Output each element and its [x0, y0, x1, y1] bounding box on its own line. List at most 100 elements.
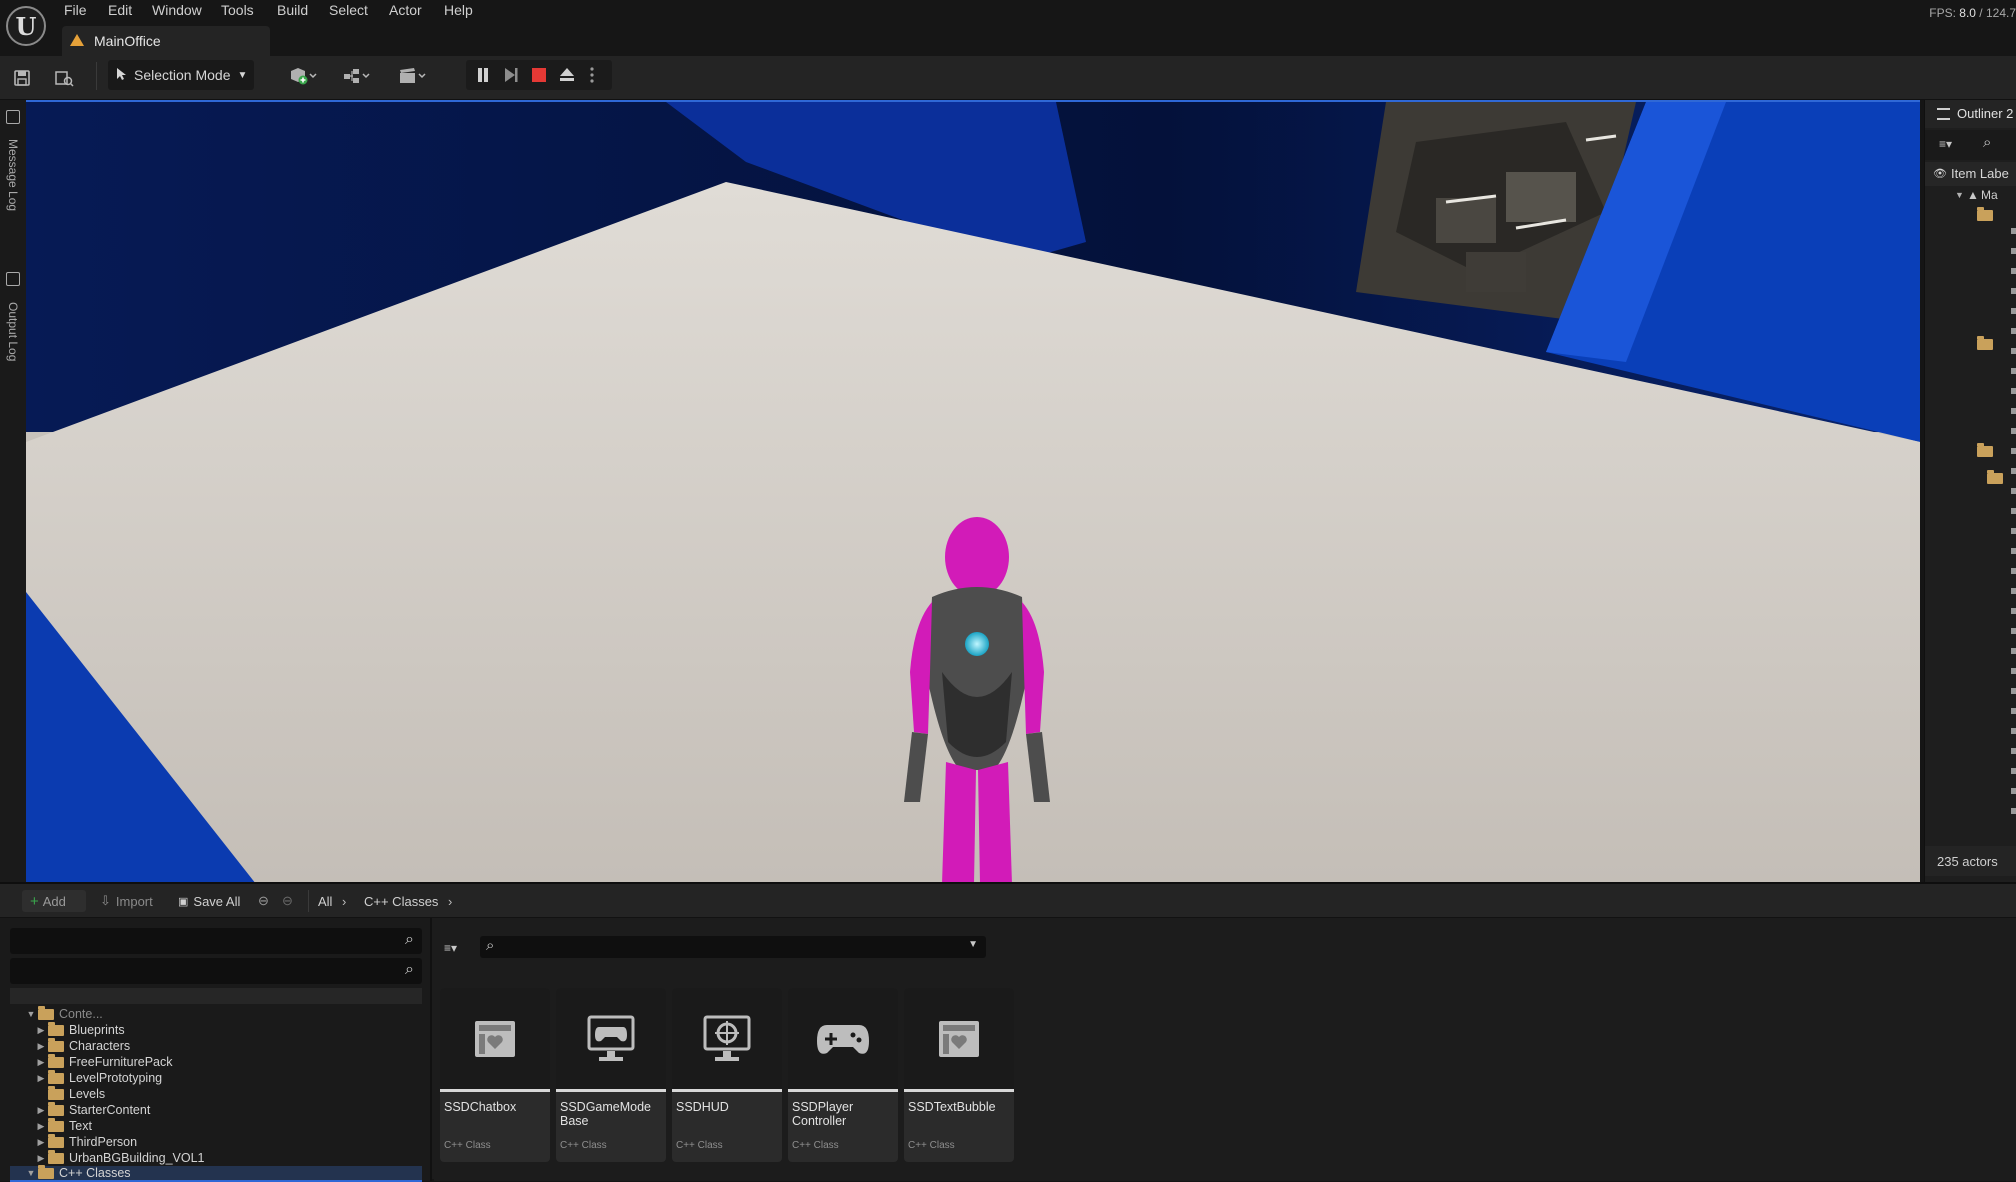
folder-icon — [38, 1164, 54, 1179]
asset-tile[interactable]: SSDTextBubble C++ Class — [904, 988, 1014, 1162]
level-node-icon: ▲ — [1967, 188, 1979, 202]
pause-icon[interactable] — [470, 61, 496, 89]
asset-tile[interactable]: SSDPlayer Controller C++ Class — [788, 988, 898, 1162]
tree-item-freefurniturepack[interactable]: ▶ FreeFurniturePack — [36, 1053, 173, 1070]
breadcrumb-all[interactable]: All — [318, 890, 332, 912]
gamepad-icon — [788, 988, 898, 1092]
breadcrumb-separator-icon: › — [448, 893, 453, 909]
asset-tile[interactable]: SSDChatbox C++ Class — [440, 988, 550, 1162]
tree-item-label: LevelPrototyping — [69, 1071, 163, 1085]
output-log-tab[interactable]: Output Log — [0, 292, 26, 372]
browse-icon[interactable] — [50, 64, 78, 92]
outliner-icon — [1937, 108, 1950, 120]
menu-build[interactable]: Build — [277, 2, 308, 18]
asset-search-input[interactable]: ⌕ ▼ — [480, 936, 986, 958]
breadcrumb-cpp-classes[interactable]: C++ Classes — [364, 890, 438, 912]
asset-name: SSDChatbox — [444, 1100, 517, 1114]
folder-icon — [48, 1053, 64, 1068]
tree-item-content[interactable]: ▼ Conte... — [26, 1005, 103, 1022]
folder-icon — [1977, 443, 1993, 457]
outliner-title[interactable]: Outliner 2 — [1957, 106, 2013, 121]
selection-mode-dropdown[interactable]: Selection Mode ▼ — [108, 60, 254, 90]
caret-right-icon: ▶ — [37, 1024, 45, 1035]
tree-item-label: ThirdPerson — [69, 1135, 138, 1149]
visibility-icon[interactable]: 👁 — [1933, 167, 1947, 180]
menu-edit[interactable]: Edit — [108, 2, 132, 18]
tree-item-cpp-classes[interactable]: ▼ C++ Classes — [10, 1164, 422, 1182]
content-browser: + Add ⇩ Import ▣ Save All ⊖ ⊖ All › C++ … — [0, 882, 2016, 1182]
outliner-header: Outliner 2 — [1925, 100, 2016, 128]
folder-icon — [48, 1117, 64, 1132]
tree-item-label: FreeFurniturePack — [69, 1055, 173, 1069]
caret-down-icon: ▼ — [26, 1168, 36, 1178]
tree-item-characters[interactable]: ▶ Characters — [36, 1037, 130, 1054]
history-back-icon[interactable]: ⊖ — [258, 890, 276, 912]
folders-search-input[interactable]: ⌕ — [10, 958, 422, 984]
outliner-tree: ▼ ▲ Ma — [1925, 188, 2016, 846]
tree-item-levels[interactable]: Levels — [36, 1085, 105, 1102]
level-tab[interactable]: MainOffice — [62, 26, 270, 56]
folder-icon — [1987, 470, 2003, 484]
level-icon — [70, 34, 84, 46]
caret-right-icon: ▶ — [37, 1152, 45, 1163]
step-icon[interactable] — [498, 61, 524, 89]
item-label-column[interactable]: Item Labe — [1951, 166, 2009, 181]
unreal-logo-icon[interactable]: U — [6, 6, 46, 46]
message-log-tab[interactable]: Message Log — [0, 130, 26, 220]
chevron-down-icon[interactable]: ▼ — [968, 939, 978, 950]
tree-item-startercontent[interactable]: ▶ StarterContent — [36, 1101, 150, 1118]
menu-file[interactable]: File — [64, 2, 87, 18]
favorites-search-input[interactable]: ⌕ — [10, 928, 422, 954]
menu-tools[interactable]: Tools — [221, 2, 254, 18]
cinematics-icon[interactable] — [392, 62, 434, 90]
add-button[interactable]: + Add — [22, 890, 86, 912]
hud-icon — [672, 988, 782, 1092]
filter-icon[interactable]: ≡▾ — [1939, 137, 1952, 151]
asset-tile[interactable]: SSDHUD C++ Class — [672, 988, 782, 1162]
breadcrumb-separator-icon: › — [342, 893, 347, 909]
save-icon[interactable] — [8, 64, 36, 92]
outliner-column-header: 👁 Item Labe — [1925, 162, 2016, 186]
tree-item-thirdperson[interactable]: ▶ ThirdPerson — [36, 1133, 138, 1150]
folder-icon — [1977, 207, 1993, 221]
caret-right-icon: ▶ — [37, 1056, 45, 1067]
more-icon[interactable] — [582, 61, 602, 89]
asset-type: C++ Class — [908, 1140, 955, 1151]
search-icon[interactable]: ⌕ — [1983, 134, 1991, 151]
eject-icon[interactable] — [554, 61, 580, 89]
import-button-label: Import — [115, 893, 153, 909]
tree-header — [10, 988, 422, 1004]
menu-help[interactable]: Help — [444, 2, 473, 18]
folder-icon — [48, 1101, 64, 1116]
caret-down-icon: ▼ — [26, 1009, 36, 1019]
stop-icon[interactable] — [526, 61, 552, 89]
asset-type: C++ Class — [560, 1140, 607, 1151]
save-all-button[interactable]: ▣ Save All — [178, 890, 258, 912]
tree-item-label: Blueprints — [69, 1023, 125, 1037]
menu-window[interactable]: Window — [152, 2, 202, 18]
toolbar-divider — [96, 62, 97, 90]
add-actor-icon[interactable] — [282, 62, 324, 90]
filter-icon[interactable]: ≡▾ — [444, 938, 478, 958]
import-button[interactable]: ⇩ Import — [100, 890, 170, 912]
tree-item-text[interactable]: ▶ Text — [36, 1117, 92, 1134]
menu-select[interactable]: Select — [329, 2, 368, 18]
cursor-icon — [116, 67, 128, 84]
frame-ms-value: / 124.7 — [1979, 6, 2016, 20]
tree-item-urbanbgbuilding[interactable]: ▶ UrbanBGBuilding_VOL1 — [36, 1149, 205, 1166]
tree-item-levelprototyping[interactable]: ▶ LevelPrototyping — [36, 1069, 163, 1086]
add-button-label: Add — [42, 893, 66, 909]
level-tab-label: MainOffice — [94, 33, 161, 49]
tree-item-blueprints[interactable]: ▶ Blueprints — [36, 1021, 125, 1038]
level-node-label[interactable]: Ma — [1981, 188, 1998, 202]
caret-right-icon: ▶ — [37, 1104, 45, 1115]
history-forward-icon[interactable]: ⊖ — [282, 890, 300, 912]
level-viewport[interactable] — [26, 100, 1920, 882]
tree-item-label: UrbanBGBuilding_VOL1 — [69, 1151, 205, 1165]
asset-tile[interactable]: SSDGameMode Base C++ Class — [556, 988, 666, 1162]
tree-caret-icon[interactable]: ▼ — [1955, 190, 1964, 200]
folder-icon — [48, 1069, 64, 1084]
asset-type: C++ Class — [444, 1140, 491, 1151]
menu-actor[interactable]: Actor — [389, 2, 422, 18]
blueprint-icon[interactable] — [336, 62, 378, 90]
